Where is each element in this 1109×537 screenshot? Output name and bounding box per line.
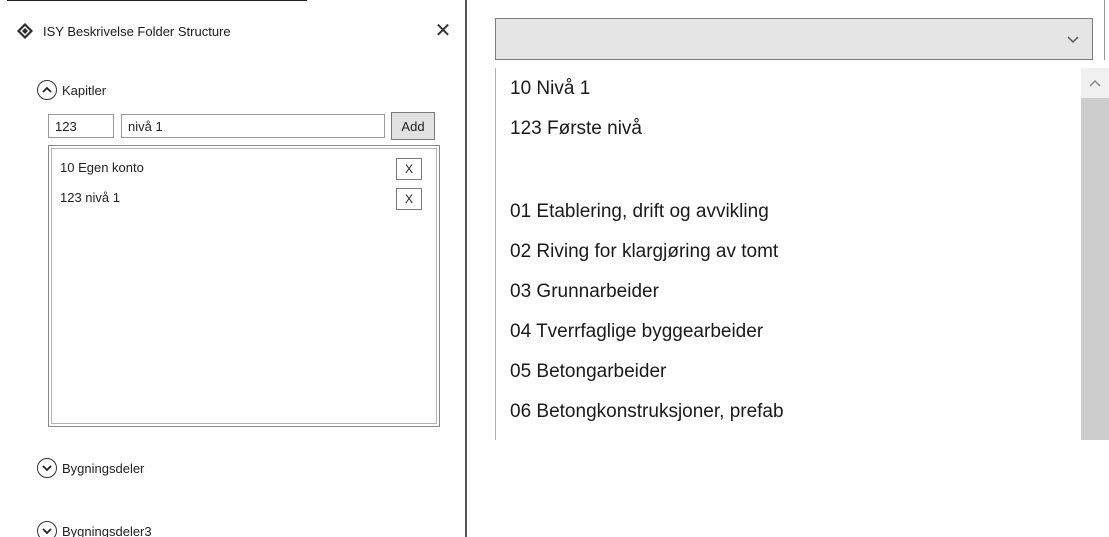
- combobox-dropdown-list: 10 Nivå 1 123 Første nivå 01 Etablering,…: [495, 68, 1109, 440]
- add-chapter-row: Add: [48, 112, 442, 140]
- chevron-down-icon: [1067, 36, 1079, 44]
- section-bygningsdeler-header[interactable]: Bygningsdeler: [37, 458, 144, 478]
- section-bygningsdeler-label: Bygningsdeler: [62, 460, 145, 476]
- title-bar: ISY Beskrivelse Folder Structure ✕: [7, 16, 459, 50]
- folder-combobox[interactable]: [495, 18, 1093, 60]
- dialog-title: ISY Beskrivelse Folder Structure: [43, 24, 231, 39]
- dropdown-scrollbar[interactable]: [1081, 68, 1109, 440]
- dropdown-option[interactable]: 01 Etablering, drift og avvikling: [510, 201, 769, 223]
- chapter-number-input[interactable]: [48, 114, 114, 138]
- scroll-up-arrow-icon[interactable]: [1088, 78, 1102, 88]
- chapter-name-input[interactable]: [121, 114, 385, 138]
- dropdown-option[interactable]: 123 Første nivå: [510, 118, 642, 140]
- dropdown-option[interactable]: 04 Tverrfaglige byggearbeider: [510, 321, 763, 343]
- section-bygningsdeler3-label: Bygningsdeler3: [62, 523, 152, 537]
- chapter-list: 10 Egen konto X 123 nivå 1 X: [48, 145, 440, 427]
- section-kapitler-label: Kapitler: [62, 82, 107, 98]
- remove-item-button[interactable]: X: [396, 158, 422, 180]
- dropdown-option[interactable]: 02 Riving for klargjøring av tomt: [510, 241, 778, 263]
- close-button[interactable]: ✕: [432, 19, 454, 43]
- chevron-down-icon: [37, 458, 57, 478]
- app-logo-icon: [17, 23, 33, 39]
- section-kapitler-header[interactable]: Kapitler: [37, 80, 106, 100]
- dialog-top-border: [7, 0, 307, 10]
- add-button[interactable]: Add: [391, 112, 435, 140]
- scrollbar-thumb[interactable]: [1081, 98, 1109, 440]
- dropdown-option[interactable]: 10 Nivå 1: [510, 78, 590, 100]
- list-item-label: 10 Egen konto: [60, 160, 144, 175]
- dropdown-option[interactable]: 06 Betongkonstruksjoner, prefab: [510, 401, 784, 423]
- list-item: 123 nivå 1 X: [52, 185, 436, 211]
- list-item: 10 Egen konto X: [52, 155, 436, 181]
- dropdown-option-empty[interactable]: [510, 158, 1070, 180]
- dropdown-option[interactable]: 05 Betongarbeider: [510, 361, 666, 383]
- chevron-up-icon: [37, 80, 57, 100]
- divider: [1104, 0, 1105, 60]
- list-item-label: 123 nivå 1: [60, 190, 120, 205]
- dropdown-option[interactable]: 03 Grunnarbeider: [510, 281, 659, 303]
- folder-structure-dialog: ISY Beskrivelse Folder Structure ✕ Kapit…: [7, 0, 467, 537]
- section-bygningsdeler3-header[interactable]: Bygningsdeler3: [37, 521, 152, 537]
- remove-item-button[interactable]: X: [396, 188, 422, 210]
- close-icon: ✕: [434, 20, 452, 42]
- chevron-down-icon: [37, 521, 57, 537]
- chapter-list-inner: 10 Egen konto X 123 nivå 1 X: [51, 148, 437, 424]
